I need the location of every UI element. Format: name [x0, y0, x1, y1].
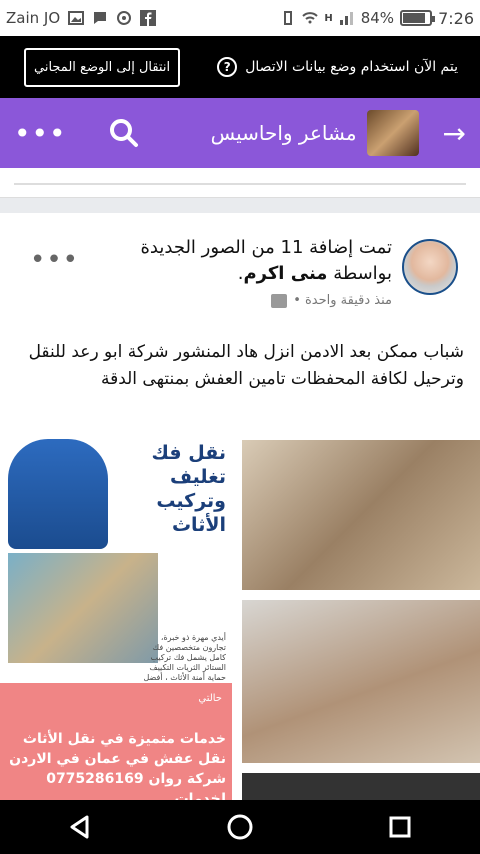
back-icon[interactable] [50, 800, 110, 854]
clock: 7:26 [438, 8, 474, 28]
data-mode-banner: انتقال إلى الوضع المجاني ? يتم الآن استخ… [0, 36, 480, 98]
ad-headline: نقل فك تغليف وتركيب الأثاث [151, 442, 226, 536]
post-menu-icon[interactable]: ••• [30, 245, 79, 275]
worker-image [8, 439, 108, 549]
page-header: ••• مشاعر واحاسيس → [0, 98, 480, 168]
post-body: شباب ممكن بعد الادمن انزل هاد المنشور شر… [28, 342, 464, 389]
switch-free-mode-button[interactable]: انتقال إلى الوضع المجاني [24, 47, 181, 87]
status-bar: Zain JO H 84% 7:26 [0, 0, 480, 36]
photo-grid: نقل فك تغليف وتركيب الأثاث أيدي مهرة ذو … [0, 413, 480, 807]
home-icon[interactable] [210, 800, 270, 854]
help-icon[interactable]: ? [217, 57, 238, 77]
message-icon [94, 12, 107, 24]
battery-fill [403, 13, 426, 23]
battery-percent: 84% [360, 9, 395, 27]
data-mode-message: ? يتم الآن استخدام وضع بيانات الاتصال [217, 57, 458, 77]
back-arrow-icon[interactable]: → [443, 117, 466, 150]
signal-icon [339, 12, 353, 25]
sync-icon [117, 11, 132, 25]
photo-ad-moving[interactable]: نقل فك تغليف وتركيب الأثاث أيدي مهرة ذو … [0, 413, 232, 692]
author-avatar[interactable] [402, 239, 458, 295]
gallery-icon [68, 11, 85, 25]
post-meta: منذ دقيقة واحدة • [271, 293, 392, 308]
photo-ad-post[interactable]: حالتي خدمات متميزة في نقل الأثاث نقل عفش… [0, 683, 232, 807]
battery-icon [400, 10, 436, 26]
post-card: تمت إضافة 11 من الصور الجديدة بواسطة منى… [0, 213, 480, 807]
recents-icon[interactable] [370, 800, 430, 854]
search-icon[interactable] [102, 111, 146, 155]
post-timestamp: منذ دقيقة واحدة • [293, 293, 392, 308]
more-options-icon[interactable]: ••• [14, 117, 66, 150]
post-title: تمت إضافة 11 من الصور الجديدة بواسطة منى… [92, 235, 392, 287]
previous-card [0, 168, 480, 198]
page-title-group[interactable]: مشاعر واحاسيس [211, 110, 419, 156]
photo-more[interactable] [242, 773, 480, 800]
data-mode-text: يتم الآن استخدام وضع بيانات الاتصال [245, 59, 458, 75]
post-header: تمت إضافة 11 من الصور الجديدة بواسطة منى… [0, 231, 480, 321]
system-nav-bar [0, 800, 480, 854]
page-title: مشاعر واحاسيس [210, 121, 357, 145]
page-avatar [366, 110, 419, 156]
vibrate-icon [284, 11, 293, 25]
carrier-label: Zain JO [6, 9, 61, 27]
ad-profile-name: حالتي [198, 693, 222, 704]
ad-post-text: خدمات متميزة في نقل الأثاث نقل عفش في عم… [9, 731, 226, 807]
photo-album-icon [271, 293, 288, 308]
wifi-icon [302, 12, 319, 24]
photo-boxes[interactable] [242, 600, 480, 763]
facebook-icon [140, 10, 157, 26]
divider [14, 183, 466, 185]
post-author-link[interactable]: منى اكرم [243, 263, 327, 284]
network-type: H [324, 12, 333, 24]
photo-packing-room[interactable] [242, 440, 480, 590]
